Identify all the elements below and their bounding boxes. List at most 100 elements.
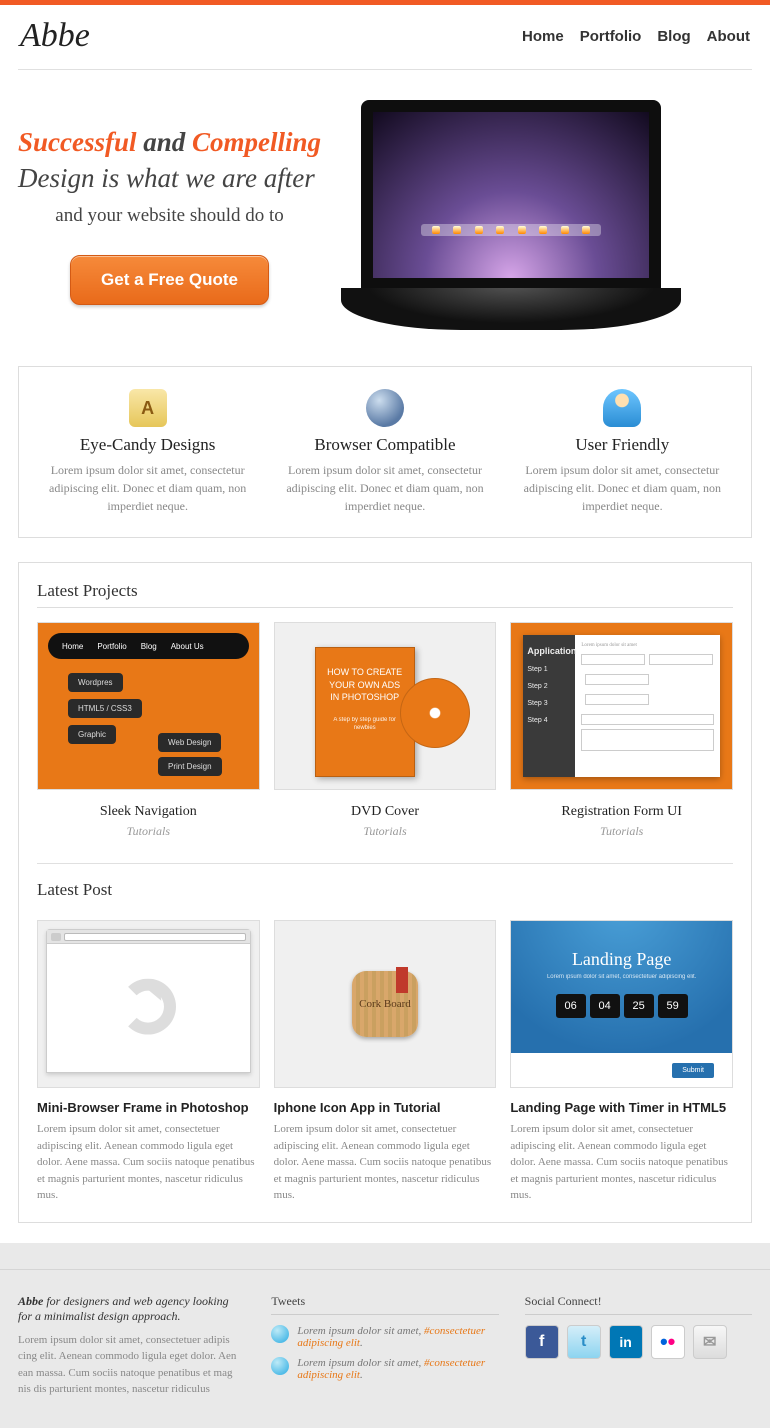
footer: Abbe for designers and web agency lookin… [0,1269,770,1428]
tweet-item: Lorem ipsum dolor sit amet, #consectetue… [271,1357,498,1381]
hero-laptop-image [341,100,681,330]
posts-grid: Mini-Browser Frame in Photoshop Lorem ip… [37,920,733,1204]
post-excerpt: Lorem ipsum dolor sit amet, consectetuer… [37,1121,260,1204]
project-thumb: HOW TO CREATE YOUR OWN ADS IN PHOTOSHOP A… [274,622,497,790]
thumb-nav-item: Home [62,642,83,651]
twitter-icon[interactable]: t [567,1325,601,1359]
post-excerpt: Lorem ipsum dolor sit amet, consectetuer… [510,1121,733,1204]
main-nav: Home Portfolio Blog About [522,28,750,45]
post-thumb: Landing Page Lorem ipsum dolor sit amet,… [510,920,733,1088]
tweet-text: Lorem ipsum dolor sit amet, [297,1357,424,1369]
flickr-icon[interactable]: •• [651,1325,685,1359]
reload-icon [120,979,176,1035]
timer-cell: 06 [556,994,586,1018]
project-card[interactable]: Application Step 1 Step 2 Step 3 Step 4 … [510,622,733,839]
feature-title: User Friendly [516,435,729,455]
design-icon [129,389,167,427]
feature-text: Lorem ipsum dolor sit amet, consectetur … [278,461,491,515]
project-card[interactable]: Home Portfolio Blog About Us Wordpres HT… [37,622,260,839]
hero: Successful and Compelling Design is what… [18,70,752,340]
countdown-timer: 06 04 25 59 [556,994,688,1018]
post-title: Landing Page with Timer in HTML5 [510,1100,733,1115]
form-step: Step 3 [527,695,571,712]
project-category: Tutorials [510,824,733,839]
project-title: Sleek Navigation [37,804,260,820]
timer-cell: 59 [658,994,688,1018]
footer-social: Social Connect! f t in •• ✉ [525,1294,752,1398]
hero-word-2: and [143,127,185,157]
hero-line2: Design is what we are after [18,163,315,193]
thumb-nav-item: About Us [171,642,204,651]
hero-subline: and your website should do to [18,205,321,227]
facebook-icon[interactable]: f [525,1325,559,1359]
post-card[interactable]: Mini-Browser Frame in Photoshop Lorem ip… [37,920,260,1204]
post-thumb [37,920,260,1088]
content-panel: Latest Projects Home Portfolio Blog Abou… [18,562,752,1223]
thumb-pill: Web Design [158,733,221,752]
feature-browser: Browser Compatible Lorem ipsum dolor sit… [266,389,503,515]
timer-cell: 25 [624,994,654,1018]
get-quote-button[interactable]: Get a Free Quote [70,255,269,305]
projects-heading: Latest Projects [37,581,733,608]
form-step: Step 4 [527,712,571,729]
project-title: Registration Form UI [510,804,733,820]
footer-about-line: Abbe for designers and web agency lookin… [18,1294,245,1324]
divider [37,863,733,864]
tweet-text: Lorem ipsum dolor sit amet, [297,1325,424,1337]
nav-home[interactable]: Home [522,28,564,45]
feature-text: Lorem ipsum dolor sit amet, consectetur … [516,461,729,515]
project-thumb: Home Portfolio Blog About Us Wordpres HT… [37,622,260,790]
logo[interactable]: Abbe [20,17,90,55]
post-card[interactable]: Landing Page Lorem ipsum dolor sit amet,… [510,920,733,1204]
thumb-pill: Print Design [158,757,222,776]
posts-heading: Latest Post [37,880,733,906]
post-title: Iphone Icon App in Tutorial [274,1100,497,1115]
thumb-nav-item: Blog [141,642,157,651]
project-category: Tutorials [37,824,260,839]
form-step: Step 2 [527,678,571,695]
dvd-sub: A step by step guide for newbies [324,716,406,733]
timer-cell: 04 [590,994,620,1018]
ribbon-icon [396,967,408,993]
footer-about-text: Lorem ipsum dolor sit amet, consectetuer… [18,1332,245,1398]
feature-title: Eye-Candy Designs [41,435,254,455]
landing-sub: Lorem ipsum dolor sit amet, consectetuer… [547,974,696,980]
hero-headline: Successful and Compelling Design is what… [18,124,321,197]
footer-tweets: Tweets Lorem ipsum dolor sit amet, #cons… [271,1294,498,1398]
post-excerpt: Lorem ipsum dolor sit amet, consectetuer… [274,1121,497,1204]
thumb-pill: Graphic [68,725,116,744]
dvd-title: HOW TO CREATE YOUR OWN ADS IN PHOTOSHOP [324,666,406,704]
hero-word-1: Successful [18,127,137,157]
user-icon [603,389,641,427]
app-icon: Cork Board [352,971,418,1037]
feature-designs: Eye-Candy Designs Lorem ipsum dolor sit … [29,389,266,515]
thumb-pill: HTML5 / CSS3 [68,699,142,718]
project-card[interactable]: HOW TO CREATE YOUR OWN ADS IN PHOTOSHOP A… [274,622,497,839]
project-thumb: Application Step 1 Step 2 Step 3 Step 4 … [510,622,733,790]
social-heading: Social Connect! [525,1294,752,1315]
feature-title: Browser Compatible [278,435,491,455]
header: Abbe Home Portfolio Blog About [18,5,752,70]
nav-about[interactable]: About [707,28,750,45]
post-card[interactable]: Cork Board Iphone Icon App in Tutorial L… [274,920,497,1204]
twitter-icon [271,1357,289,1375]
globe-icon [366,389,404,427]
disc-icon [400,678,470,748]
project-title: DVD Cover [274,804,497,820]
landing-title: Landing Page [572,949,671,970]
footer-about: Abbe for designers and web agency lookin… [18,1294,245,1398]
project-category: Tutorials [274,824,497,839]
post-title: Mini-Browser Frame in Photoshop [37,1100,260,1115]
nav-blog[interactable]: Blog [657,28,690,45]
twitter-icon [271,1325,289,1343]
nav-portfolio[interactable]: Portfolio [580,28,642,45]
form-step: Step 1 [527,661,571,678]
form-header: Application [527,641,571,661]
feature-text: Lorem ipsum dolor sit amet, consectetur … [41,461,254,515]
post-thumb: Cork Board [274,920,497,1088]
mail-icon[interactable]: ✉ [693,1325,727,1359]
submit-button: Submit [672,1063,714,1078]
tweets-heading: Tweets [271,1294,498,1315]
linkedin-icon[interactable]: in [609,1325,643,1359]
feature-user: User Friendly Lorem ipsum dolor sit amet… [504,389,741,515]
